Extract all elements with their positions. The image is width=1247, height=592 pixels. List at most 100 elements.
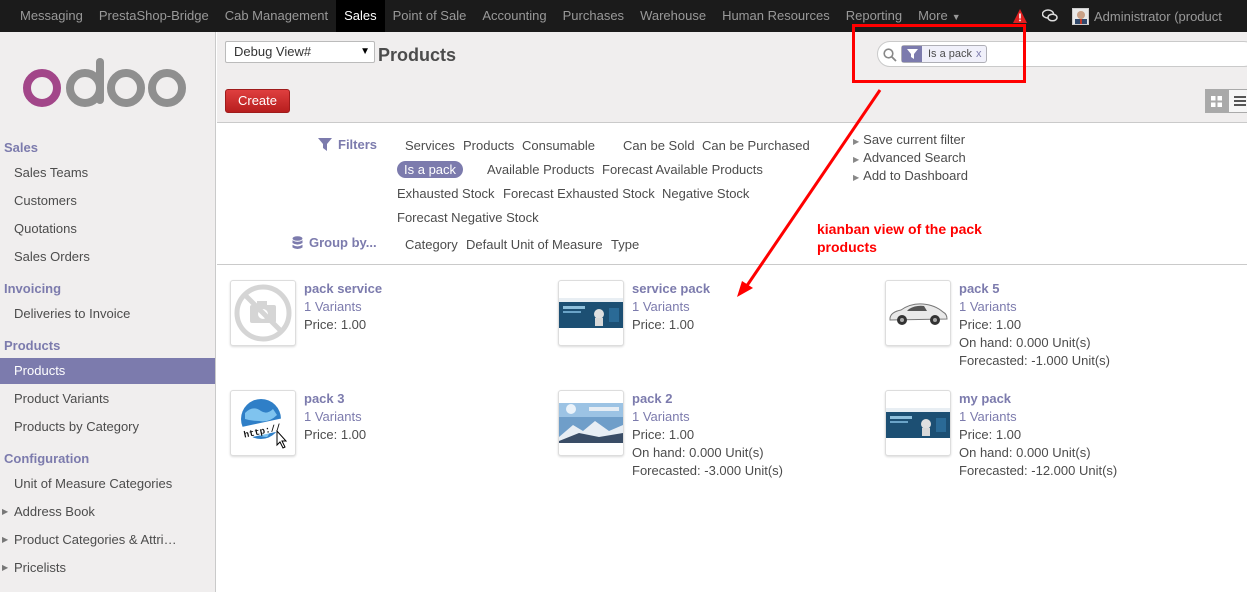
control-panel: Debug View# ▼ Products Create Is a pack … bbox=[217, 32, 1247, 123]
filter-products[interactable]: Products bbox=[463, 138, 514, 153]
product-price: Price: 1.00 bbox=[632, 317, 695, 332]
product-on-hand: On hand: 0.000 Unit(s) bbox=[959, 445, 1091, 460]
search-options-drawer: Filters Group by... Services Products Co… bbox=[217, 124, 1247, 265]
filter-negative-stock[interactable]: Negative Stock bbox=[662, 186, 749, 201]
menu-purchases[interactable]: Purchases bbox=[555, 0, 632, 32]
product-variants-link[interactable]: 1 Variants bbox=[632, 298, 710, 316]
sidebar-item-label: Address Book bbox=[14, 504, 95, 519]
product-price: Price: 1.00 bbox=[959, 317, 1022, 332]
menu-messaging[interactable]: Messaging bbox=[12, 0, 91, 32]
debug-view-select[interactable]: Debug View# ▼ bbox=[225, 41, 375, 63]
filter-forecast-available-products[interactable]: Forecast Available Products bbox=[602, 162, 763, 177]
sidebar-item-deliveries-to-invoice[interactable]: Deliveries to Invoice bbox=[0, 301, 215, 327]
sidebar-item-sales-teams[interactable]: Sales Teams bbox=[0, 160, 215, 186]
product-variants-link[interactable]: 1 Variants bbox=[304, 408, 366, 426]
sidebar-item-sales-orders[interactable]: Sales Orders bbox=[0, 244, 215, 270]
menu-prestashop-bridge[interactable]: PrestaShop-Bridge bbox=[91, 0, 217, 32]
save-current-filter-label: Save current filter bbox=[863, 132, 966, 147]
debug-view-value: Debug View# bbox=[234, 44, 312, 59]
product-name[interactable]: my pack bbox=[959, 390, 1117, 408]
topbar-right: Administrator (product bbox=[1012, 0, 1222, 32]
product-variants-link[interactable]: 1 Variants bbox=[959, 298, 1110, 316]
kanban-card-info: pack 2 1 Variants Price: 1.00 On hand: 0… bbox=[632, 390, 783, 480]
filter-available-products[interactable]: Available Products bbox=[487, 162, 594, 177]
add-to-dashboard-label: Add to Dashboard bbox=[863, 168, 968, 183]
product-forecasted: Forecasted: -12.000 Unit(s) bbox=[959, 463, 1118, 478]
warning-icon[interactable] bbox=[1012, 8, 1028, 24]
groupby-type[interactable]: Type bbox=[611, 237, 639, 252]
list-view-button[interactable] bbox=[1228, 89, 1247, 113]
menu-human-resources[interactable]: Human Resources bbox=[714, 0, 838, 32]
database-icon bbox=[292, 235, 303, 249]
no-image-camera-icon bbox=[230, 280, 296, 346]
user-menu[interactable]: Administrator (product bbox=[1094, 9, 1222, 24]
sidebar-item-product-categories[interactable]: ▶ Product Categories & Attri… bbox=[0, 527, 215, 553]
product-name[interactable]: pack 3 bbox=[304, 390, 366, 408]
menu-point-of-sale[interactable]: Point of Sale bbox=[385, 0, 475, 32]
caret-right-icon: ▶ bbox=[853, 173, 860, 182]
add-to-dashboard[interactable]: ▶ Add to Dashboard bbox=[853, 168, 968, 183]
sidebar-item-label: Pricelists bbox=[14, 560, 67, 575]
product-price: Price: 1.00 bbox=[632, 427, 695, 442]
menu-warehouse[interactable]: Warehouse bbox=[632, 0, 714, 32]
product-variants-link[interactable]: 1 Variants bbox=[632, 408, 783, 426]
filter-services[interactable]: Services bbox=[405, 138, 455, 153]
groupby-heading: Group by... bbox=[292, 235, 377, 250]
website-screenshot-thumbnail bbox=[558, 280, 624, 346]
filter-is-a-pack[interactable]: Is a pack bbox=[397, 161, 464, 178]
sidebar-item-uom-categories[interactable]: Unit of Measure Categories bbox=[0, 471, 215, 497]
save-current-filter[interactable]: ▶ Save current filter bbox=[853, 132, 965, 147]
page-title: Products bbox=[378, 45, 457, 65]
sidebar-item-quotations[interactable]: Quotations bbox=[0, 216, 215, 242]
annotation-line-1: kianban view of the pack bbox=[817, 221, 982, 237]
caret-right-icon: ▶ bbox=[853, 137, 860, 146]
product-variants-link[interactable]: 1 Variants bbox=[304, 298, 382, 316]
product-on-hand: On hand: 0.000 Unit(s) bbox=[959, 335, 1091, 350]
product-name[interactable]: service pack bbox=[632, 280, 710, 298]
filter-forecast-exhausted-stock[interactable]: Forecast Exhausted Stock bbox=[503, 186, 655, 201]
sidebar-item-label: Product Categories & Attri… bbox=[14, 532, 177, 547]
product-price: Price: 1.00 bbox=[959, 427, 1022, 442]
grid-icon bbox=[1211, 95, 1222, 107]
filters-heading: Filters bbox=[318, 137, 377, 152]
list-icon bbox=[1233, 96, 1246, 106]
menu-more-label: More bbox=[918, 8, 948, 23]
sidebar-item-pricelists[interactable]: ▶ Pricelists bbox=[0, 555, 215, 581]
groupby-category[interactable]: Category bbox=[405, 237, 458, 252]
sidebar-item-address-book[interactable]: ▶ Address Book bbox=[0, 499, 215, 525]
odoo-logo bbox=[23, 58, 186, 107]
product-on-hand: On hand: 0.000 Unit(s) bbox=[632, 445, 764, 460]
sidebar-item-product-variants[interactable]: Product Variants bbox=[0, 386, 215, 412]
sidebar-section-sales: Sales bbox=[4, 140, 38, 155]
menu-sales[interactable]: Sales bbox=[336, 0, 385, 32]
filter-can-be-sold[interactable]: Can be Sold bbox=[623, 138, 695, 153]
groupby-uom[interactable]: Default Unit of Measure bbox=[466, 237, 603, 252]
menu-cab-management[interactable]: Cab Management bbox=[217, 0, 336, 32]
app-menu: Messaging PrestaShop-Bridge Cab Manageme… bbox=[12, 0, 969, 32]
filter-consumable[interactable]: Consumable bbox=[522, 138, 595, 153]
product-variants-link[interactable]: 1 Variants bbox=[959, 408, 1117, 426]
globe-http-thumbnail: http:// bbox=[230, 390, 296, 456]
advanced-search[interactable]: ▶ Advanced Search bbox=[853, 150, 966, 165]
sidebar-section-invoicing: Invoicing bbox=[4, 281, 62, 296]
create-button[interactable]: Create bbox=[225, 89, 290, 113]
sidebar-item-products[interactable]: Products bbox=[0, 358, 215, 384]
chat-icon[interactable] bbox=[1042, 9, 1058, 23]
filter-can-be-purchased[interactable]: Can be Purchased bbox=[702, 138, 810, 153]
kanban-view-button[interactable] bbox=[1205, 89, 1228, 113]
product-name[interactable]: pack 2 bbox=[632, 390, 783, 408]
sidebar-item-products-by-category[interactable]: Products by Category bbox=[0, 414, 215, 440]
car-thumbnail bbox=[885, 280, 951, 346]
menu-accounting[interactable]: Accounting bbox=[474, 0, 554, 32]
product-name[interactable]: pack service bbox=[304, 280, 382, 298]
mountain-snow-thumbnail bbox=[558, 390, 624, 456]
kanban-card-info: my pack 1 Variants Price: 1.00 On hand: … bbox=[959, 390, 1117, 480]
product-name[interactable]: pack 5 bbox=[959, 280, 1110, 298]
kanban-card-info: pack service 1 Variants Price: 1.00 bbox=[304, 280, 382, 334]
filter-exhausted-stock[interactable]: Exhausted Stock bbox=[397, 186, 495, 201]
filter-forecast-negative-stock[interactable]: Forecast Negative Stock bbox=[397, 210, 539, 225]
product-forecasted: Forecasted: -3.000 Unit(s) bbox=[632, 463, 784, 478]
groupby-label: Group by... bbox=[309, 235, 377, 250]
user-avatar[interactable] bbox=[1072, 7, 1089, 25]
sidebar-item-customers[interactable]: Customers bbox=[0, 188, 215, 214]
